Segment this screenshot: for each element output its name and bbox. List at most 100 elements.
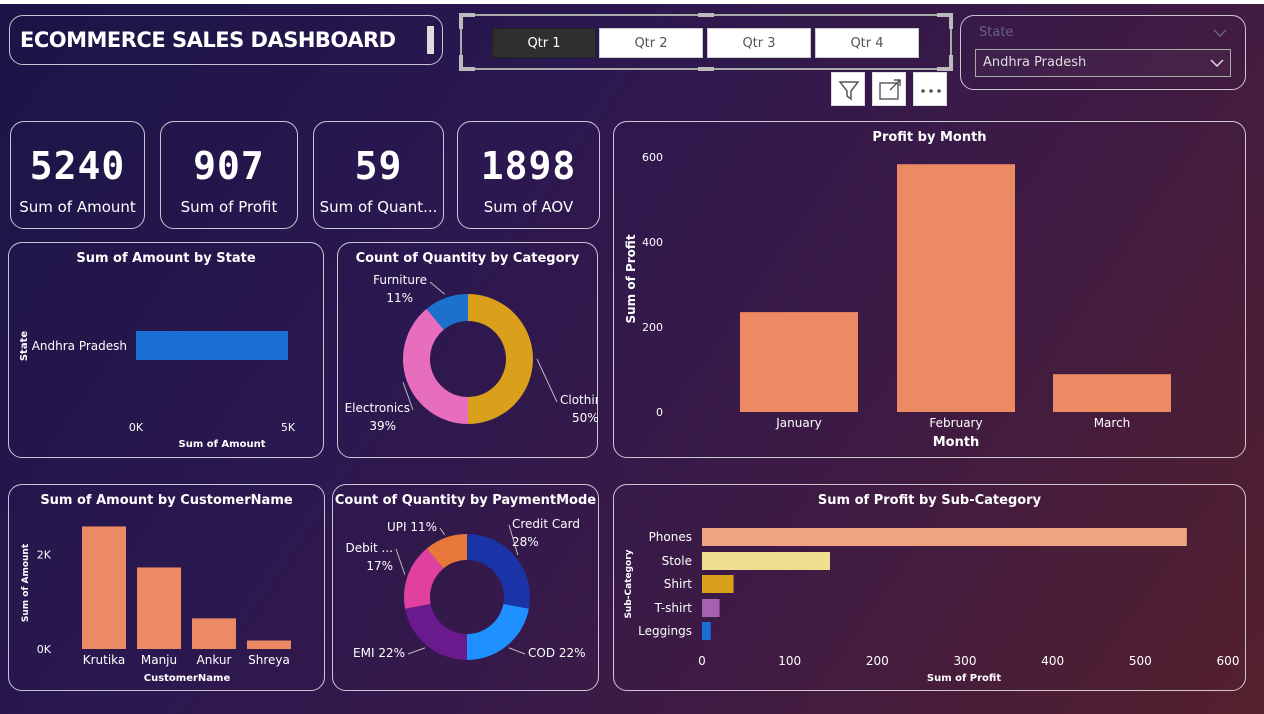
- profit-by-month-chart[interactable]: Profit by Month Sum of Profit Month 0 200…: [613, 121, 1246, 458]
- slice-label: Credit Card: [512, 517, 580, 531]
- category-label: Phones: [649, 530, 692, 544]
- bar-leggings: [702, 622, 711, 640]
- x-tick-label: 200: [866, 654, 889, 668]
- amount-by-customer-chart[interactable]: Sum of Amount by CustomerName Sum of Amo…: [8, 484, 325, 691]
- state-dropdown[interactable]: Andhra Pradesh: [975, 49, 1231, 77]
- focus-mode-button[interactable]: [872, 72, 906, 106]
- x-tick-label: 0: [698, 654, 706, 668]
- slice-label: COD 22%: [528, 646, 586, 660]
- bar-january: [740, 312, 858, 412]
- y-tick-label: 400: [642, 236, 663, 249]
- qtr-3-button[interactable]: Qtr 3: [707, 28, 811, 58]
- slice-pct-clothing: 50%: [572, 411, 598, 425]
- amount-by-state-svg: State Sum of Amount Andhra Pradesh 0K 5K: [19, 331, 296, 450]
- kpi-card-profit[interactable]: 907 Sum of Profit: [160, 121, 298, 229]
- profit-by-subcategory-chart[interactable]: Sum of Profit by Sub-Category Sub-Catego…: [613, 484, 1246, 691]
- slicer-handle-tc[interactable]: [698, 13, 714, 17]
- quantity-by-paymentmode-svg: Credit Card 28% COD 22% EMI 22% Debit ... 17%…: [345, 517, 586, 660]
- bar-phones: [702, 528, 1187, 546]
- kpi-label: Sum of AOV: [483, 198, 574, 216]
- slice-label-furniture: Furniture: [373, 273, 427, 287]
- qtr-2-button[interactable]: Qtr 2: [599, 28, 703, 58]
- x-axis-title: Sum of Amount: [179, 439, 266, 450]
- x-tick-label: 5K: [281, 421, 296, 434]
- kpi-label: Sum of Profit: [180, 198, 278, 216]
- y-axis-title: Sub-Category: [624, 549, 634, 618]
- page-title: ECOMMERCE SALES DASHBOARD: [20, 28, 396, 52]
- filter-button[interactable]: [831, 72, 865, 106]
- slice-label-electronics: Electronics: [345, 401, 410, 415]
- x-axis-title: Sum of Profit: [927, 673, 1001, 684]
- slicer-handle-br[interactable]: [937, 55, 953, 71]
- chevron-down-icon: [1210, 59, 1224, 68]
- bar-manju: [137, 567, 181, 649]
- x-axis-title: CustomerName: [144, 673, 231, 684]
- more-options-button[interactable]: [913, 72, 947, 106]
- profit-by-month-svg: Sum of Profit Month 0 200 400 600 January Feb…: [624, 151, 1171, 450]
- quantity-by-category-svg: Clothing 50% Electronics 39% Furniture 11%: [345, 273, 598, 433]
- title-scroll-handle[interactable]: [427, 26, 434, 54]
- kpi-value: 907: [193, 144, 265, 188]
- kpi-value: 5240: [29, 144, 126, 188]
- category-label: Leggings: [638, 624, 692, 638]
- leader-line: [439, 527, 446, 536]
- quantity-by-category-chart[interactable]: Count of Quantity by Category Clothing50…: [337, 242, 598, 458]
- kpi-value: 59: [354, 144, 403, 188]
- y-tick-label: 0K: [37, 643, 52, 656]
- title-panel: ECOMMERCE SALES DASHBOARD: [9, 15, 443, 65]
- qtr-1-button[interactable]: Qtr 1: [492, 28, 596, 58]
- bar-krutika: [82, 526, 126, 649]
- slice-label: UPI 11%: [387, 520, 437, 534]
- bar-march: [1053, 374, 1171, 412]
- amount-by-state-chart[interactable]: Sum of Amount by State State Sum of Amou…: [8, 242, 324, 458]
- y-axis-title: State: [19, 331, 30, 362]
- slice-pct: 17%: [366, 559, 393, 573]
- leader-line: [407, 647, 426, 655]
- slice-pct-furniture: 11%: [386, 291, 413, 305]
- y-tick-label: 2K: [37, 549, 52, 562]
- bar-andhra-pradesh: [136, 331, 288, 360]
- bar-shirt: [702, 575, 734, 593]
- slice-pct: 28%: [512, 535, 539, 549]
- amount-by-customer-svg: Sum of Amount CustomerName 0K 2K Krutika Ma…: [21, 526, 291, 684]
- slicer-handle-bc[interactable]: [698, 67, 714, 71]
- more-options-icon: [921, 89, 941, 93]
- bar-ankur: [192, 618, 236, 649]
- kpi-card-aov[interactable]: 1898 Sum of AOV: [457, 121, 600, 229]
- kpi-card-amount[interactable]: 5240 Sum of Amount: [10, 121, 145, 229]
- y-tick-label: 0: [656, 406, 663, 419]
- top-border: [0, 0, 1264, 4]
- quantity-by-paymentmode-chart[interactable]: Count of Quantity by PaymentMode Credit …: [332, 484, 599, 691]
- leader-line: [429, 281, 445, 295]
- y-axis-title: Sum of Profit: [624, 234, 638, 323]
- slicer-handle-bl[interactable]: [459, 55, 475, 71]
- chevron-up-collapse-icon[interactable]: [1213, 28, 1227, 38]
- kpi-card-quantity[interactable]: 59 Sum of Quant...: [313, 121, 444, 229]
- bar-stole: [702, 552, 830, 570]
- x-tick-label: Ankur: [197, 653, 232, 667]
- x-tick-label: 100: [778, 654, 801, 668]
- y-tick-label: 600: [642, 151, 663, 164]
- x-tick-label: 500: [1129, 654, 1152, 668]
- kpi-label: Sum of Quant...: [319, 198, 438, 216]
- leader-line: [508, 647, 526, 655]
- qtr-4-button[interactable]: Qtr 4: [815, 28, 919, 58]
- bar-shreya: [247, 640, 291, 649]
- y-axis-title: Sum of Amount: [21, 543, 31, 622]
- y-tick-label: 200: [642, 321, 663, 334]
- leader-line: [395, 548, 406, 575]
- x-tick-label: 0K: [129, 421, 144, 434]
- slicer-handle-tr[interactable]: [937, 13, 953, 29]
- x-tick-label: Krutika: [83, 653, 126, 667]
- slice-clothing: [468, 294, 533, 424]
- slice-pct-electronics: 39%: [369, 419, 396, 433]
- x-tick-label: Shreya: [248, 653, 290, 667]
- x-tick-label: January: [775, 416, 822, 430]
- state-slicer: State Andhra Pradesh: [960, 15, 1246, 90]
- category-label: Andhra Pradesh: [32, 339, 127, 353]
- category-label: Stole: [662, 554, 692, 568]
- slice-label-clothing: Clothing: [560, 393, 598, 407]
- x-tick-label: 300: [954, 654, 977, 668]
- slicer-handle-tl[interactable]: [459, 13, 475, 29]
- bar-february: [897, 164, 1015, 412]
